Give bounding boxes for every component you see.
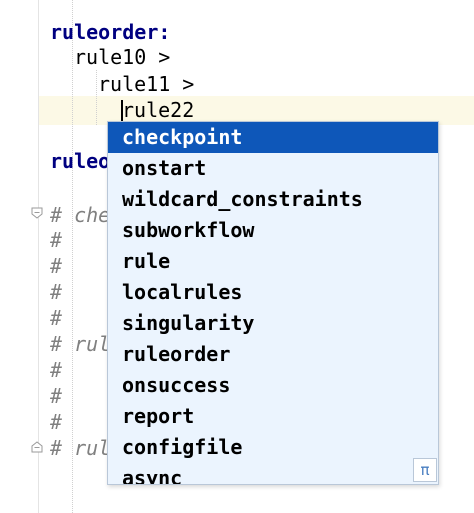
code-line[interactable]: #	[50, 408, 62, 437]
code-completion-popup[interactable]: checkpoint onstart wildcard_constraints sub…	[107, 121, 439, 485]
code-line[interactable]: ruleo	[50, 147, 110, 176]
editor-gutter[interactable]	[0, 0, 39, 513]
completion-item-ruleorder[interactable]: ruleorder	[108, 339, 438, 370]
code-editor[interactable]: ruleorder: rule10 > rule11 > rule22 ruleo # c…	[0, 0, 474, 513]
completion-list[interactable]: checkpoint onstart wildcard_constraints sub…	[108, 122, 438, 484]
completion-item-subworkflow[interactable]: subworkflow	[108, 215, 438, 246]
code-line[interactable]: # rul	[50, 434, 110, 463]
code-line[interactable]: #	[50, 226, 62, 255]
code-line[interactable]: #	[50, 382, 62, 411]
completion-item-onsuccess[interactable]: onsuccess	[108, 370, 438, 401]
completion-item-singularity[interactable]: singularity	[108, 308, 438, 339]
code-line[interactable]: #	[50, 252, 62, 281]
pi-icon[interactable]: π	[413, 458, 437, 482]
indent-guide	[96, 70, 97, 125]
code-line[interactable]: # rul	[50, 330, 110, 359]
completion-item-onstart[interactable]: onstart	[108, 153, 438, 184]
completion-item-async[interactable]: async	[108, 463, 438, 484]
completion-item-wildcard-constraints[interactable]: wildcard_constraints	[108, 184, 438, 215]
completion-item-checkpoint[interactable]: checkpoint	[108, 122, 438, 153]
completion-item-localrules[interactable]: localrules	[108, 277, 438, 308]
code-line[interactable]: rule11 >	[98, 70, 194, 99]
code-line[interactable]: #	[50, 356, 62, 385]
fold-toggle-icon[interactable]	[31, 441, 43, 453]
text-caret	[121, 100, 123, 122]
code-line[interactable]: #	[50, 304, 62, 333]
fold-toggle-icon[interactable]	[31, 207, 43, 219]
code-line[interactable]: #	[50, 278, 62, 307]
completion-item-configfile[interactable]: configfile	[108, 432, 438, 463]
completion-item-rule[interactable]: rule	[108, 246, 438, 277]
completion-item-report[interactable]: report	[108, 401, 438, 432]
code-line[interactable]: rule10 >	[74, 43, 170, 72]
